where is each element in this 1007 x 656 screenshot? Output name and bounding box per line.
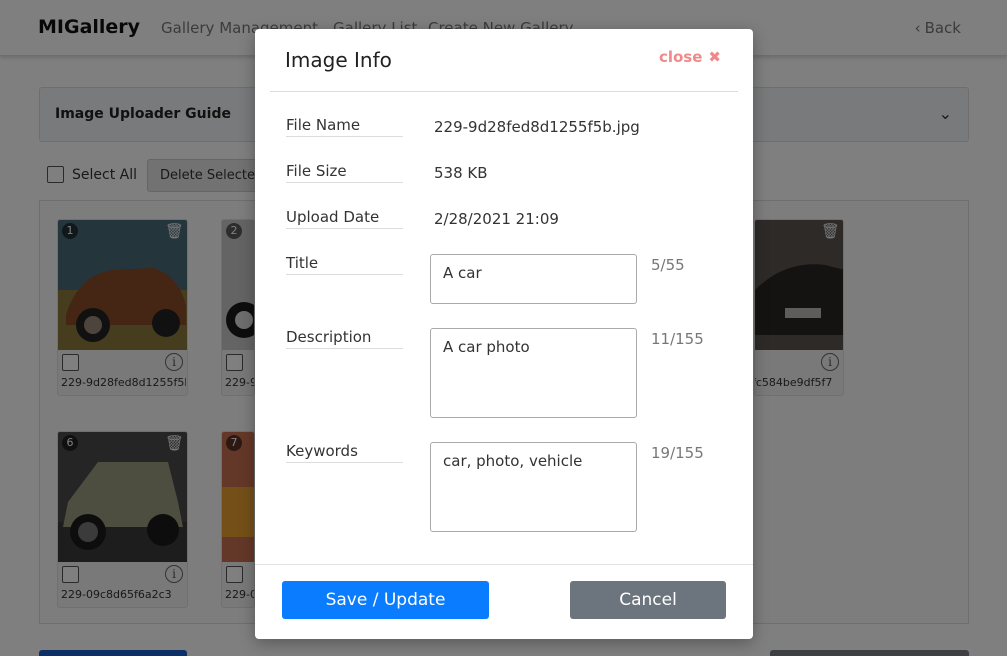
file-size-value: 538 KB [434,164,488,182]
title-char-counter: 5/55 [651,256,685,274]
close-icon: ✖ [708,48,721,66]
upload-date-value: 2/28/2021 21:09 [434,210,559,228]
save-update-button[interactable]: Save / Update [282,581,489,619]
image-info-modal: Image Info close ✖ File Name 229-9d28fed8… [255,29,753,639]
keywords-textarea[interactable]: car, photo, vehicle [430,442,637,532]
file-name-value: 229-9d28fed8d1255f5b.jpg [434,118,640,136]
description-label: Description [286,328,403,349]
divider [270,91,738,92]
close-button[interactable]: close ✖ [659,48,721,66]
title-label: Title [286,254,403,275]
footer-divider [255,564,753,565]
file-size-label: File Size [286,162,403,183]
close-label: close [658,48,703,66]
modal-title: Image Info [285,48,392,72]
title-input[interactable]: A car [430,254,637,304]
cancel-button[interactable]: Cancel [570,581,726,619]
file-name-label: File Name [286,116,403,137]
description-char-counter: 11/155 [651,330,704,348]
keywords-char-counter: 19/155 [651,444,704,462]
upload-date-label: Upload Date [286,208,403,229]
keywords-label: Keywords [286,442,403,463]
description-textarea[interactable]: A car photo [430,328,637,418]
